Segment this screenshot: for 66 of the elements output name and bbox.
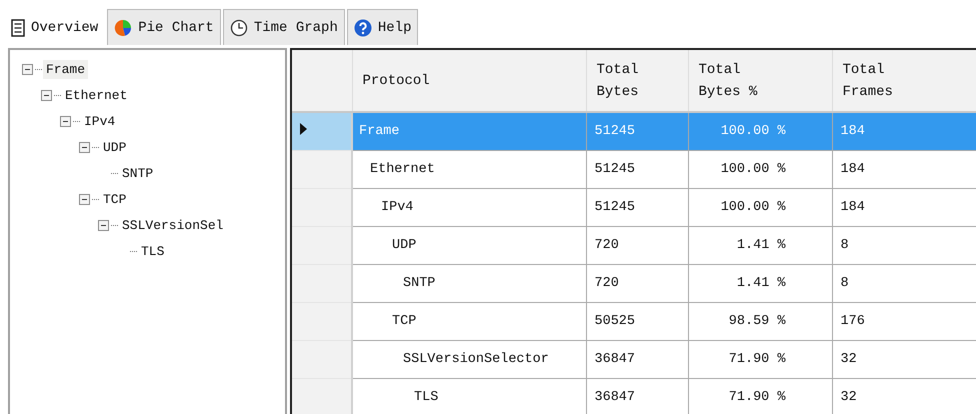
tree-item[interactable]: TCP xyxy=(100,190,130,208)
tab[interactable]: Pie Chart xyxy=(107,9,221,45)
table-cell: 100.00 % xyxy=(688,112,832,150)
table-cell: 51245 xyxy=(586,112,688,150)
table-cell: 98.59 % xyxy=(688,302,832,340)
table-cell: 71.90 % xyxy=(688,378,832,414)
table-cell: 1.41 % xyxy=(688,264,832,302)
tree-item[interactable]: Ethernet xyxy=(62,86,130,104)
table-cell: 176 xyxy=(832,302,976,340)
table-cell: 8 xyxy=(832,226,976,264)
table-cell: 50525 xyxy=(586,302,688,340)
table-cell: SSLVersionSelector xyxy=(352,340,586,378)
row-header[interactable] xyxy=(292,264,352,302)
column-header[interactable]: Total Bytes % xyxy=(688,50,832,112)
table-cell: IPv4 xyxy=(352,188,586,226)
row-header[interactable] xyxy=(292,188,352,226)
table-cell: 184 xyxy=(832,150,976,188)
table-cell: 36847 xyxy=(586,340,688,378)
table-cell: 32 xyxy=(832,378,976,414)
table-cell: 1.41 % xyxy=(688,226,832,264)
column-header[interactable]: Protocol xyxy=(352,50,586,112)
clock-icon xyxy=(230,18,248,36)
table-cell: TLS xyxy=(352,378,586,414)
table-cell: UDP xyxy=(352,226,586,264)
row-header[interactable] xyxy=(292,112,352,150)
column-header[interactable]: Total Frames xyxy=(832,50,976,112)
tree-item[interactable]: UDP xyxy=(100,138,130,156)
table-cell: TCP xyxy=(352,302,586,340)
collapse-toggle[interactable] xyxy=(22,64,33,74)
tab[interactable]: Time Graph xyxy=(222,9,345,45)
tree-item[interactable]: IPv4 xyxy=(81,112,118,130)
column-header[interactable]: Total Bytes xyxy=(586,50,688,112)
collapse-toggle[interactable] xyxy=(98,220,109,230)
row-header[interactable] xyxy=(292,226,352,264)
table-cell: SNTP xyxy=(352,264,586,302)
current-row-icon xyxy=(300,123,307,136)
collapse-toggle[interactable] xyxy=(41,90,52,100)
table-cell: 8 xyxy=(832,264,976,302)
table-cell: 100.00 % xyxy=(688,188,832,226)
row-header[interactable] xyxy=(292,150,352,188)
table-cell: 51245 xyxy=(586,150,688,188)
table-cell: Frame xyxy=(352,112,586,150)
table-cell: 720 xyxy=(586,264,688,302)
table-cell: Ethernet xyxy=(352,150,586,188)
pie-chart-icon xyxy=(114,18,132,36)
tab[interactable]: Help xyxy=(346,9,418,45)
tree-item[interactable]: Frame xyxy=(43,60,88,78)
help-icon xyxy=(354,18,372,36)
row-header[interactable] xyxy=(292,302,352,340)
table-cell: 32 xyxy=(832,340,976,378)
tree-item[interactable]: SSLVersionSel xyxy=(119,216,226,234)
collapse-toggle[interactable] xyxy=(79,142,90,152)
table-cell: 51245 xyxy=(586,188,688,226)
table-cell: 36847 xyxy=(586,378,688,414)
table-cell: 184 xyxy=(832,188,976,226)
document-icon xyxy=(11,18,25,36)
table-cell: 100.00 % xyxy=(688,150,832,188)
table-cell: 720 xyxy=(586,226,688,264)
collapse-toggle[interactable] xyxy=(60,116,71,126)
table-cell: 71.90 % xyxy=(688,340,832,378)
row-header[interactable] xyxy=(292,340,352,378)
tree-item[interactable]: TLS xyxy=(138,242,168,260)
collapse-toggle[interactable] xyxy=(79,194,90,204)
table-cell: 184 xyxy=(832,112,976,150)
tree-item[interactable]: SNTP xyxy=(119,164,156,182)
row-header[interactable] xyxy=(292,378,352,414)
